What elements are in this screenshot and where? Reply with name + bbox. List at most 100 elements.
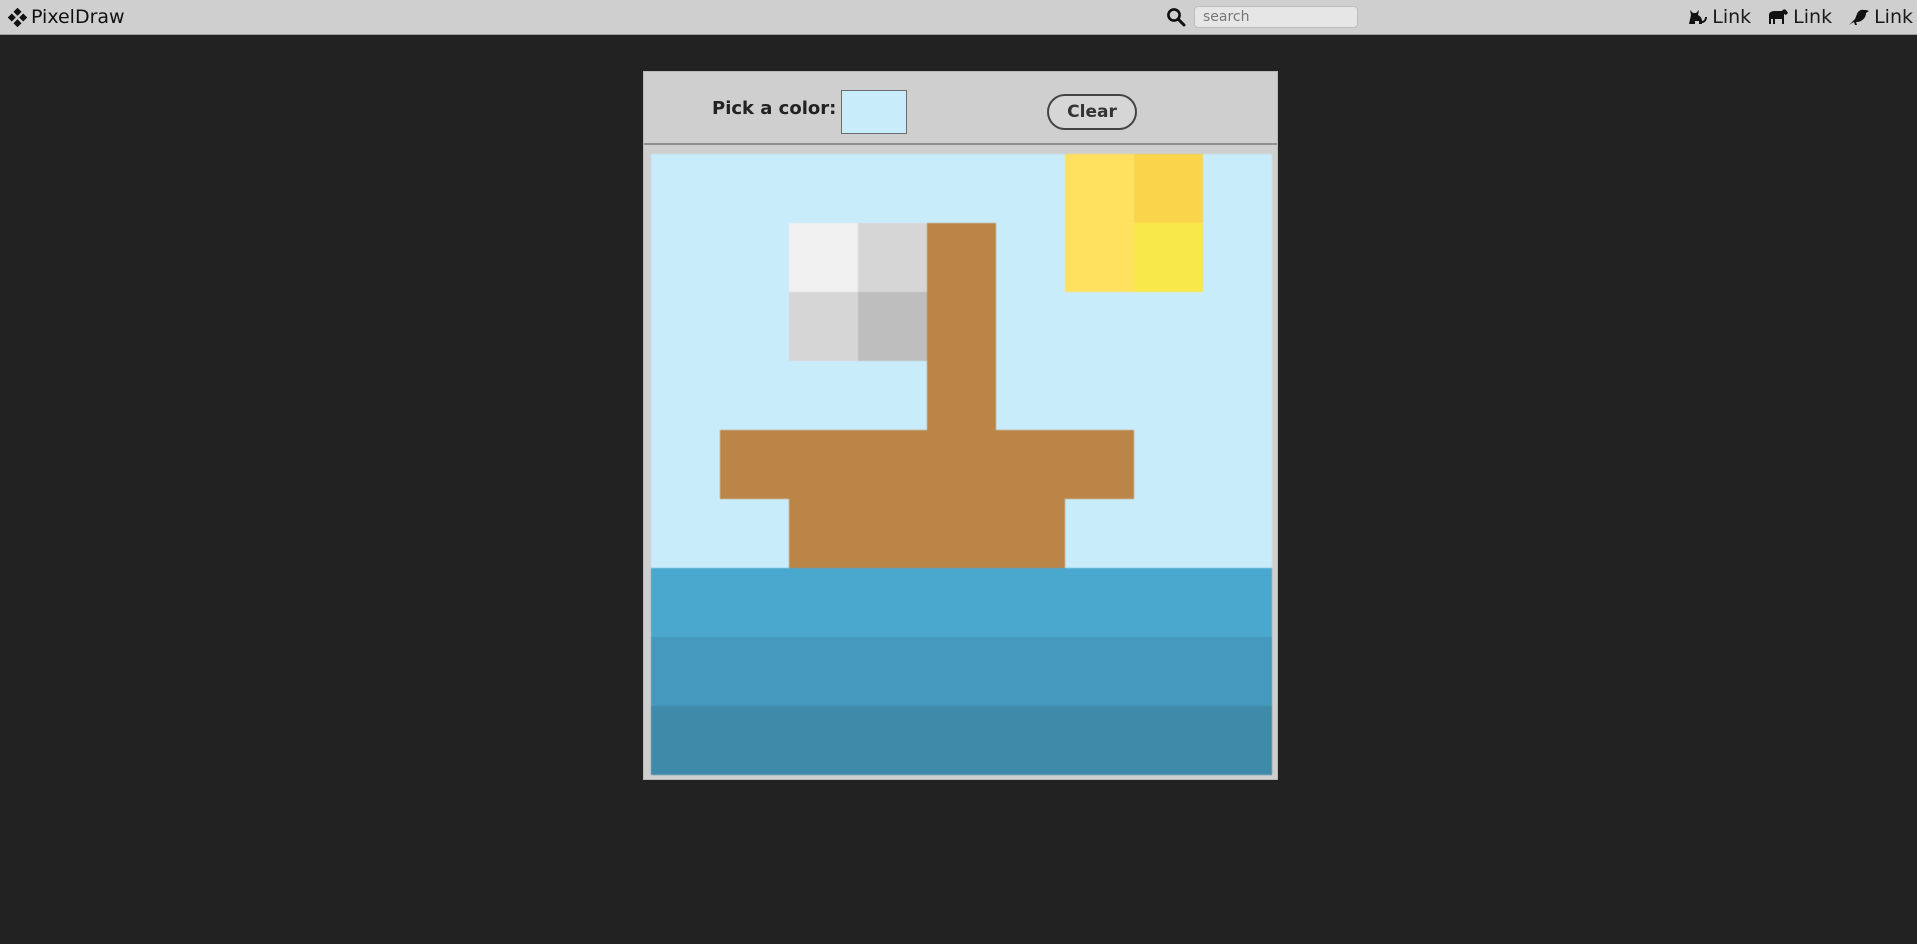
pixel-cell[interactable]: [651, 154, 720, 223]
pixel-cell[interactable]: [1134, 430, 1203, 499]
pixel-cell[interactable]: [651, 223, 720, 292]
pixel-cell[interactable]: [1065, 706, 1134, 775]
pixel-cell[interactable]: [858, 223, 927, 292]
pixel-cell[interactable]: [927, 430, 996, 499]
pixel-cell[interactable]: [1134, 292, 1203, 361]
pixel-cell[interactable]: [789, 706, 858, 775]
pixel-cell[interactable]: [927, 706, 996, 775]
pixel-cell[interactable]: [1203, 568, 1272, 637]
pixel-cell[interactable]: [1065, 637, 1134, 706]
pixel-cell[interactable]: [1203, 292, 1272, 361]
pixel-cell[interactable]: [1065, 568, 1134, 637]
pixel-cell[interactable]: [1134, 706, 1203, 775]
top-navbar: PixelDraw Link Link Link: [0, 0, 1917, 35]
pixel-cell[interactable]: [996, 361, 1065, 430]
pixel-cell[interactable]: [789, 361, 858, 430]
pixel-cell[interactable]: [720, 361, 789, 430]
color-picker[interactable]: [841, 90, 907, 134]
pixel-cell[interactable]: [720, 499, 789, 568]
search-icon[interactable]: [1166, 7, 1186, 27]
pixel-cell[interactable]: [720, 154, 789, 223]
canvas-frame: [651, 154, 1272, 775]
pixel-cell[interactable]: [996, 154, 1065, 223]
pixel-cell[interactable]: [720, 706, 789, 775]
pixel-cell[interactable]: [1065, 223, 1134, 292]
pixel-cell[interactable]: [996, 637, 1065, 706]
pixel-cell[interactable]: [927, 154, 996, 223]
pixel-cell[interactable]: [651, 292, 720, 361]
pixel-cell[interactable]: [720, 637, 789, 706]
drawing-toolbar: Pick a color: Clear: [644, 72, 1277, 145]
pixel-cell[interactable]: [1065, 499, 1134, 568]
drawing-panel: Pick a color: Clear: [643, 71, 1278, 780]
pixel-cell[interactable]: [789, 223, 858, 292]
pixel-cell[interactable]: [996, 430, 1065, 499]
pixel-cell[interactable]: [927, 292, 996, 361]
pixel-cell[interactable]: [651, 361, 720, 430]
pixel-cell[interactable]: [858, 706, 927, 775]
pixel-cell[interactable]: [789, 568, 858, 637]
pixel-cell[interactable]: [996, 706, 1065, 775]
pixel-cell[interactable]: [996, 499, 1065, 568]
nav-link-crow[interactable]: Link: [1848, 5, 1913, 29]
pixel-cell[interactable]: [789, 430, 858, 499]
pixel-cell[interactable]: [927, 223, 996, 292]
pixel-cell[interactable]: [927, 568, 996, 637]
pixel-cell[interactable]: [1134, 568, 1203, 637]
pixel-cell[interactable]: [1203, 706, 1272, 775]
nav-link-label: Link: [1793, 6, 1833, 28]
pixel-cell[interactable]: [858, 568, 927, 637]
brand-name: PixelDraw: [31, 6, 125, 28]
brand[interactable]: PixelDraw: [7, 6, 125, 28]
pixel-cell[interactable]: [1065, 292, 1134, 361]
pixel-cell[interactable]: [927, 637, 996, 706]
pixel-cell[interactable]: [1134, 154, 1203, 223]
pixel-cell[interactable]: [1203, 637, 1272, 706]
pixel-canvas[interactable]: [651, 154, 1272, 775]
cat-icon: [1689, 10, 1708, 24]
pixel-cell[interactable]: [1065, 430, 1134, 499]
pixel-cell[interactable]: [927, 361, 996, 430]
pixel-cell[interactable]: [858, 499, 927, 568]
pixel-cell[interactable]: [858, 637, 927, 706]
pixel-cell[interactable]: [651, 706, 720, 775]
nav-link-horse[interactable]: Link: [1767, 5, 1832, 29]
pixel-cell[interactable]: [720, 292, 789, 361]
pixel-cell[interactable]: [1203, 361, 1272, 430]
nav-links: Link Link Link: [1686, 5, 1913, 29]
pixel-cell[interactable]: [1134, 637, 1203, 706]
pixel-cell[interactable]: [1203, 499, 1272, 568]
pixel-cell[interactable]: [1203, 223, 1272, 292]
pixel-cell[interactable]: [927, 499, 996, 568]
pixel-cell[interactable]: [789, 292, 858, 361]
pixel-cell[interactable]: [789, 499, 858, 568]
pick-color-label: Pick a color:: [712, 98, 837, 119]
pixel-cell[interactable]: [858, 154, 927, 223]
pixel-cell[interactable]: [720, 568, 789, 637]
pixel-cell[interactable]: [789, 154, 858, 223]
pixel-cell[interactable]: [651, 499, 720, 568]
pixel-cell[interactable]: [996, 292, 1065, 361]
pixel-cell[interactable]: [1134, 361, 1203, 430]
pixel-cell[interactable]: [996, 568, 1065, 637]
search-input[interactable]: [1194, 6, 1358, 28]
pixel-cell[interactable]: [858, 292, 927, 361]
pixel-cell[interactable]: [1134, 499, 1203, 568]
pixel-cell[interactable]: [651, 430, 720, 499]
pixel-cell[interactable]: [720, 223, 789, 292]
clear-button[interactable]: Clear: [1047, 94, 1137, 130]
pixel-cell[interactable]: [858, 361, 927, 430]
pixel-cell[interactable]: [789, 637, 858, 706]
pixel-cell[interactable]: [1134, 223, 1203, 292]
pixel-cell[interactable]: [1065, 154, 1134, 223]
pixel-cell[interactable]: [996, 223, 1065, 292]
pixel-cell[interactable]: [1203, 154, 1272, 223]
nav-link-cat[interactable]: Link: [1686, 5, 1751, 29]
pixel-cell[interactable]: [651, 637, 720, 706]
pixel-cell[interactable]: [720, 430, 789, 499]
pixel-cell[interactable]: [1065, 361, 1134, 430]
pixel-cell[interactable]: [651, 568, 720, 637]
pixel-cell[interactable]: [858, 430, 927, 499]
search-bar: [1166, 6, 1358, 28]
pixel-cell[interactable]: [1203, 430, 1272, 499]
